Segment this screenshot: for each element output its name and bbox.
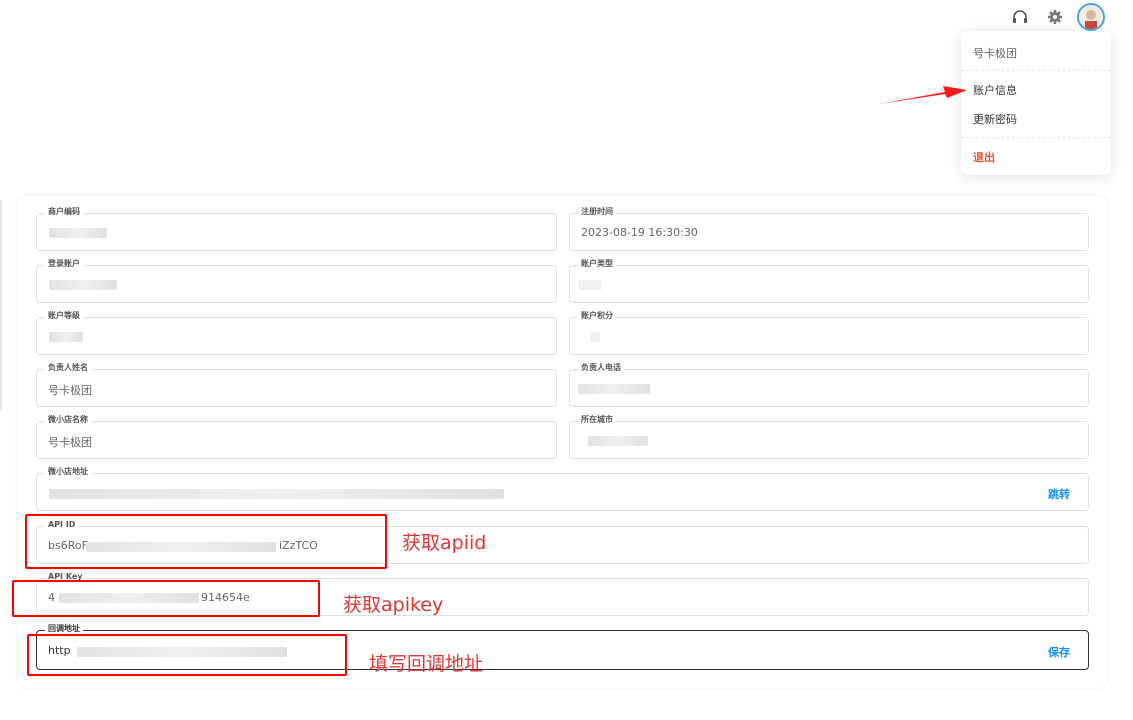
- menu-divider: [961, 137, 1111, 138]
- register-time-field[interactable]: 注册时间 2023-08-19 16:30:30: [569, 206, 1089, 251]
- highlight-api-key: [12, 580, 320, 617]
- field-label: 商户编码: [45, 206, 83, 218]
- blurred-value: [578, 280, 602, 290]
- blurred-value: [578, 384, 650, 394]
- contact-phone-field[interactable]: 负责人电话: [569, 362, 1089, 407]
- annotation-get-apiid: 获取apiid: [402, 532, 487, 554]
- annotation-get-apikey: 获取apikey: [343, 594, 444, 616]
- field-label: 账户类型: [578, 258, 616, 270]
- menu-company-name: 号卡极团: [973, 47, 1017, 60]
- field-value: 2023-08-19 16:30:30: [581, 226, 698, 239]
- highlight-callback-url: [27, 634, 347, 676]
- menu-item-change-password[interactable]: 更新密码: [973, 111, 1017, 127]
- blurred-value: [588, 436, 648, 446]
- blurred-value: [49, 489, 504, 499]
- blurred-value: [49, 228, 107, 238]
- field-label: 账户等级: [45, 310, 83, 322]
- field-label: 登录账户: [45, 258, 83, 270]
- user-avatar[interactable]: [1077, 3, 1105, 31]
- menu-item-logout[interactable]: 退出: [973, 149, 995, 165]
- user-dropdown-menu: 号卡极团 账户信息 更新密码 退出: [961, 31, 1111, 175]
- menu-item-account-info[interactable]: 账户信息: [973, 82, 1017, 98]
- account-type-field[interactable]: 账户类型: [569, 258, 1089, 303]
- account-points-field[interactable]: 账户积分: [569, 310, 1089, 355]
- field-label: 所在城市: [578, 414, 616, 426]
- shop-url-field[interactable]: 微小店地址 跳转: [36, 466, 1089, 511]
- menu-divider: [961, 70, 1111, 71]
- blurred-value: [590, 332, 600, 342]
- highlight-api-id: [25, 514, 387, 569]
- city-field[interactable]: 所在城市: [569, 414, 1089, 459]
- jump-link[interactable]: 跳转: [1048, 486, 1070, 502]
- field-label: 微小店名称: [45, 414, 91, 426]
- side-panel-edge: [0, 200, 2, 410]
- shop-name-field[interactable]: 微小店名称 号卡极团: [36, 414, 557, 459]
- field-label: 负责人电话: [578, 362, 624, 374]
- field-value: 号卡极团: [48, 436, 92, 449]
- contact-name-field[interactable]: 负责人姓名 号卡极团: [36, 362, 557, 407]
- blurred-value: [49, 280, 117, 290]
- field-value: 号卡极团: [48, 384, 92, 397]
- blurred-value: [49, 332, 83, 342]
- account-level-field[interactable]: 账户等级: [36, 310, 557, 355]
- top-bar: [0, 0, 1133, 36]
- field-label: 注册时间: [578, 206, 616, 218]
- annotation-arrow: [879, 86, 967, 104]
- field-label: 负责人姓名: [45, 362, 91, 374]
- merchant-code-field[interactable]: 商户编码: [36, 206, 557, 251]
- field-label: 账户积分: [578, 310, 616, 322]
- annotation-fill-callback: 填写回调地址: [369, 653, 484, 675]
- headset-icon[interactable]: [1009, 6, 1031, 28]
- save-button[interactable]: 保存: [1048, 644, 1070, 660]
- login-account-field[interactable]: 登录账户: [36, 258, 557, 303]
- field-label: 微小店地址: [45, 466, 91, 478]
- gear-icon[interactable]: [1044, 6, 1066, 28]
